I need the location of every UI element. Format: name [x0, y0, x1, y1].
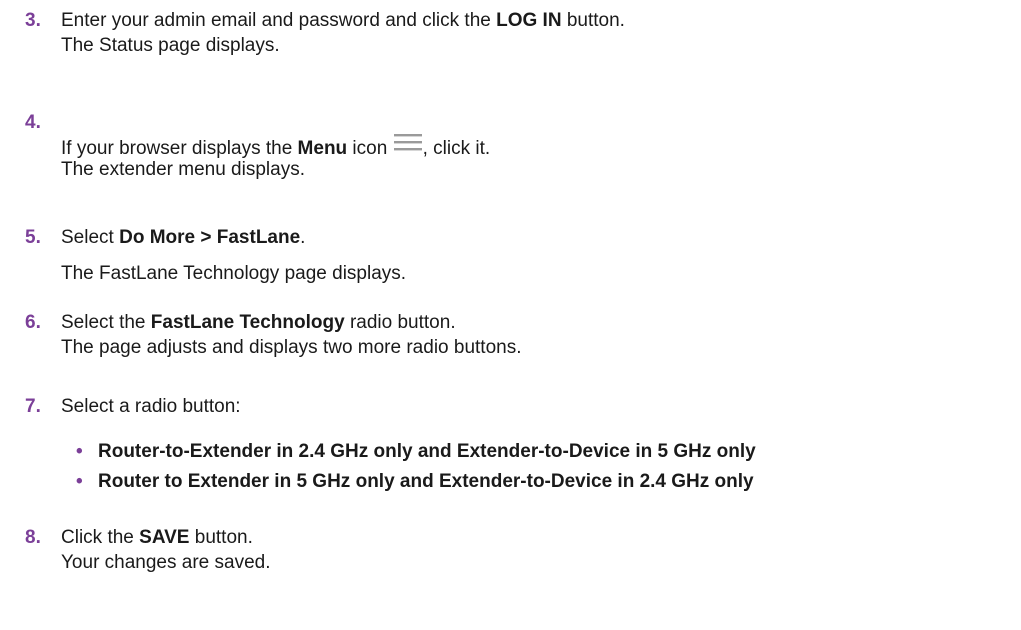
step-result: The Status page displays.: [61, 35, 280, 56]
step-number: 8.: [25, 527, 41, 548]
ui-label-menu: Menu: [297, 138, 348, 159]
step-number: 7.: [25, 396, 41, 417]
step-number: 5.: [25, 227, 41, 248]
bullet-icon: •: [76, 471, 83, 492]
step-instruction: Select Do More > FastLane.: [61, 227, 306, 248]
menu-icon: [393, 132, 422, 159]
ui-label-save: SAVE: [139, 527, 190, 548]
step-result: Your changes are saved.: [61, 552, 271, 573]
step-instruction: Select the FastLane Technology radio but…: [61, 312, 456, 333]
step-result: The extender menu displays.: [61, 159, 305, 180]
step-number: 3.: [25, 10, 41, 31]
step-instruction: Select a radio button:: [61, 396, 241, 417]
step-number: 6.: [25, 312, 41, 333]
step-number: 4.: [25, 112, 41, 133]
ui-label-log-in: LOG IN: [496, 10, 562, 31]
step-instruction: Click the SAVE button.: [61, 527, 253, 548]
ui-label-fastlane-path: Do More > FastLane: [119, 227, 301, 248]
step-result: The FastLane Technology page displays.: [61, 263, 407, 284]
step-result: The page adjusts and displays two more r…: [61, 337, 522, 358]
ui-label-fastlane-technology: FastLane Technology: [150, 312, 345, 333]
step-instruction: Enter your admin email and password and …: [61, 10, 625, 31]
bullet-icon: •: [76, 441, 83, 462]
radio-option-label: Router to Extender in 5 GHz only and Ext…: [98, 471, 754, 492]
radio-option-label: Router-to-Extender in 2.4 GHz only and E…: [98, 441, 756, 462]
